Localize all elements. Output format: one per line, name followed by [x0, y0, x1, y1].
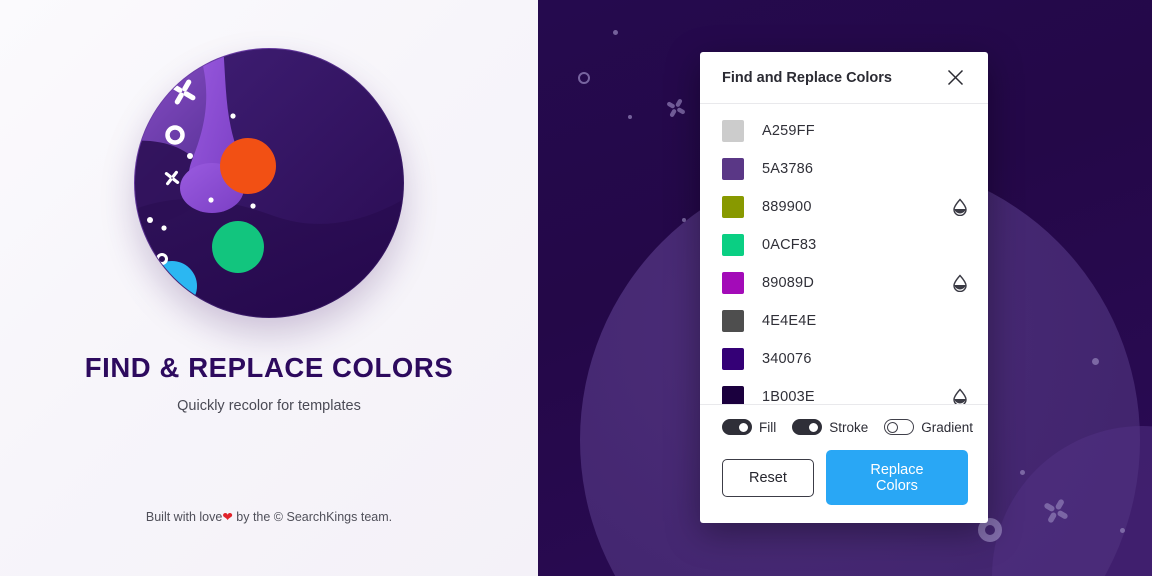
decor-dot: [1020, 470, 1025, 475]
toggle-label: Gradient: [921, 419, 974, 435]
page-title: FIND & REPLACE COLORS: [84, 352, 454, 383]
color-row[interactable]: A259FF: [700, 112, 988, 150]
color-row[interactable]: 340076: [700, 340, 988, 378]
color-swatch[interactable]: [722, 310, 744, 332]
color-row[interactable]: 89089D: [700, 264, 988, 302]
toggle-knob: [808, 421, 820, 433]
green-dot: [212, 221, 264, 273]
paint-drop-icon[interactable]: [952, 388, 968, 404]
page-subtitle: Quickly recolor for templates: [177, 398, 361, 414]
color-swatch[interactable]: [722, 120, 744, 142]
color-row[interactable]: 4E4E4E: [700, 302, 988, 340]
action-button-row: Reset Replace Colors: [722, 450, 968, 505]
orange-dot: [220, 138, 276, 194]
footer-credit: Built with love❤ by the © SearchKings te…: [0, 509, 538, 524]
toggle-label: Stroke: [829, 419, 869, 435]
color-list[interactable]: A259FF 5A3786 889900 0ACF83 89089D 4E4E4E 3400…: [700, 104, 988, 404]
hero-sphere: [134, 48, 404, 318]
decor-sparkle-icon: [667, 99, 685, 117]
color-swatch[interactable]: [722, 348, 744, 370]
toggle-knob: [886, 421, 898, 433]
color-hex-label: 89089D: [762, 275, 814, 291]
dialog-title: Find and Replace Colors: [722, 69, 892, 86]
dialog-footer: Fill Stroke Gradient Reset Replace Colors: [700, 404, 988, 523]
footer-prefix: Built with love: [145, 510, 223, 524]
color-swatch[interactable]: [722, 272, 744, 294]
replace-colors-button[interactable]: Replace Colors: [825, 450, 968, 505]
left-marketing-panel: FIND & REPLACE COLORS Quickly recolor fo…: [0, 0, 538, 576]
color-hex-label: 889900: [762, 199, 812, 215]
dialog-header: Find and Replace Colors: [700, 52, 988, 104]
color-swatch[interactable]: [722, 196, 744, 218]
decor-dot: [682, 218, 686, 222]
color-hex-label: 0ACF83: [762, 237, 817, 253]
reset-button[interactable]: Reset: [722, 458, 814, 497]
right-backdrop-panel: Find and Replace Colors A259FF 5A3786 8899…: [538, 0, 1152, 576]
paint-drop-icon[interactable]: [952, 198, 968, 216]
blue-dot: [147, 261, 197, 311]
decor-dot: [1120, 528, 1125, 533]
color-hex-label: A259FF: [762, 123, 815, 139]
toggle-gradient[interactable]: Gradient: [884, 419, 973, 435]
hero-illustration-wrapper: [134, 48, 404, 318]
toggle-fill[interactable]: Fill: [722, 419, 776, 435]
toggle-knob: [738, 421, 749, 433]
color-swatch[interactable]: [722, 386, 744, 404]
find-replace-colors-dialog: Find and Replace Colors A259FF 5A3786 8899…: [700, 52, 988, 523]
color-row[interactable]: 889900: [700, 188, 988, 226]
decor-dot: [1092, 358, 1099, 365]
decor-ring: [578, 72, 590, 84]
toggle-row: Fill Stroke Gradient: [722, 419, 973, 435]
color-hex-label: 4E4E4E: [762, 313, 817, 329]
color-swatch[interactable]: [722, 234, 744, 256]
color-swatch[interactable]: [722, 158, 744, 180]
color-hex-label: 5A3786: [762, 161, 814, 177]
toggle-label: Fill: [759, 419, 777, 435]
close-icon: [947, 69, 963, 86]
toggle-switch[interactable]: [884, 419, 915, 435]
decor-dot: [613, 30, 618, 35]
footer-suffix: by the © SearchKings team.: [232, 510, 393, 524]
decor-sparkle-icon: [1044, 499, 1068, 523]
toggle-switch[interactable]: [792, 419, 823, 435]
app-root: FIND & REPLACE COLORS Quickly recolor fo…: [0, 0, 1152, 576]
color-palette-sphere-illustration: [135, 49, 403, 317]
color-row[interactable]: 5A3786: [700, 150, 988, 188]
toggle-stroke[interactable]: Stroke: [792, 419, 868, 435]
color-hex-label: 1B003E: [762, 389, 815, 404]
heart-icon: ❤: [222, 510, 233, 524]
paint-drop-icon[interactable]: [952, 274, 968, 292]
close-button[interactable]: [942, 65, 968, 91]
toggle-switch[interactable]: [722, 419, 752, 435]
color-row[interactable]: 0ACF83: [700, 226, 988, 264]
color-hex-label: 340076: [762, 351, 812, 367]
decor-dot: [628, 115, 632, 119]
color-row[interactable]: 1B003E: [700, 378, 988, 404]
